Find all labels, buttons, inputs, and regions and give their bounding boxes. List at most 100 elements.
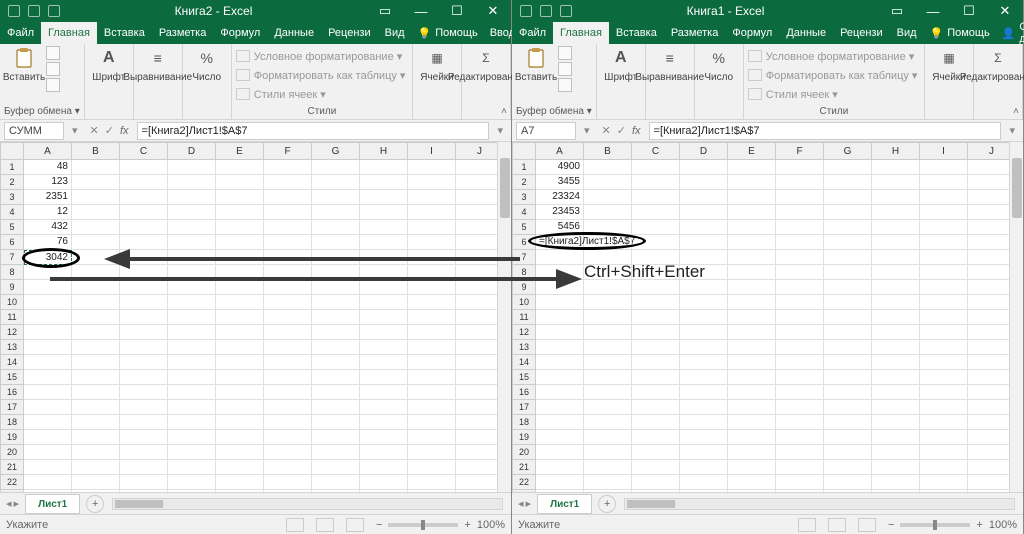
cell[interactable]: [168, 460, 216, 475]
horizontal-scrollbar[interactable]: [624, 498, 1015, 510]
tab-2[interactable]: Разметка: [664, 22, 726, 44]
tab-5[interactable]: Рецензи: [321, 22, 378, 44]
cell[interactable]: [264, 175, 312, 190]
cell[interactable]: [72, 220, 120, 235]
cell[interactable]: [824, 310, 872, 325]
cell[interactable]: [24, 295, 72, 310]
cell[interactable]: [680, 235, 728, 250]
collapse-ribbon-icon[interactable]: ˄: [501, 106, 507, 117]
namebox-dropdown-icon[interactable]: ▾: [580, 124, 594, 137]
cell[interactable]: [536, 490, 584, 492]
cell[interactable]: [408, 385, 456, 400]
col-header[interactable]: F: [264, 142, 312, 160]
cell[interactable]: [264, 490, 312, 492]
view-normal-icon[interactable]: [286, 518, 304, 532]
cell[interactable]: [680, 280, 728, 295]
cell[interactable]: [72, 370, 120, 385]
cell[interactable]: [168, 355, 216, 370]
worksheet[interactable]: ABCDEFGHIJ148212332351412543267673042891…: [0, 142, 511, 492]
cell[interactable]: [24, 415, 72, 430]
cell[interactable]: [680, 310, 728, 325]
cell[interactable]: [72, 235, 120, 250]
cell[interactable]: [872, 250, 920, 265]
cell[interactable]: [632, 430, 680, 445]
cell[interactable]: [872, 370, 920, 385]
cell[interactable]: [728, 460, 776, 475]
cell[interactable]: [24, 340, 72, 355]
col-header[interactable]: A: [24, 142, 72, 160]
cell[interactable]: [920, 190, 968, 205]
cell[interactable]: [72, 190, 120, 205]
cell[interactable]: [216, 235, 264, 250]
cell[interactable]: [776, 385, 824, 400]
cut-button[interactable]: [46, 46, 60, 60]
cell[interactable]: [632, 370, 680, 385]
row-header[interactable]: 12: [0, 325, 24, 340]
cell[interactable]: [728, 325, 776, 340]
tab-nav-prev-icon[interactable]: ◂: [518, 497, 524, 510]
cell[interactable]: [360, 475, 408, 490]
cell[interactable]: [168, 310, 216, 325]
cell[interactable]: [360, 160, 408, 175]
cell[interactable]: [216, 280, 264, 295]
cell[interactable]: [920, 160, 968, 175]
cell[interactable]: [776, 205, 824, 220]
cell[interactable]: [120, 400, 168, 415]
row-header[interactable]: 11: [512, 310, 536, 325]
cell[interactable]: [728, 250, 776, 265]
cell[interactable]: [728, 445, 776, 460]
cell[interactable]: [632, 325, 680, 340]
cell[interactable]: [776, 460, 824, 475]
cell[interactable]: [584, 280, 632, 295]
row-header[interactable]: 21: [0, 460, 24, 475]
cell-styles[interactable]: Стили ячеек ▾: [236, 86, 326, 102]
cell[interactable]: [632, 310, 680, 325]
cell[interactable]: [408, 205, 456, 220]
cell[interactable]: [872, 340, 920, 355]
cell[interactable]: [360, 340, 408, 355]
cell[interactable]: [680, 415, 728, 430]
cell[interactable]: [824, 385, 872, 400]
row-header[interactable]: 4: [0, 205, 24, 220]
cell[interactable]: [168, 445, 216, 460]
cell[interactable]: [168, 220, 216, 235]
cell[interactable]: [168, 340, 216, 355]
cell[interactable]: [216, 490, 264, 492]
cell[interactable]: [776, 415, 824, 430]
cell[interactable]: [312, 235, 360, 250]
cell[interactable]: [920, 295, 968, 310]
cell[interactable]: [72, 385, 120, 400]
cell[interactable]: [680, 160, 728, 175]
cell[interactable]: [536, 355, 584, 370]
ribbon-options-icon[interactable]: ▭: [367, 0, 403, 22]
cell[interactable]: [216, 385, 264, 400]
cell[interactable]: [632, 460, 680, 475]
cell[interactable]: [264, 220, 312, 235]
enter-formula-icon[interactable]: ✓: [105, 124, 114, 137]
cell[interactable]: [360, 415, 408, 430]
cell[interactable]: [776, 220, 824, 235]
cell[interactable]: [168, 280, 216, 295]
maximize-button[interactable]: ☐: [951, 0, 987, 22]
cell[interactable]: [920, 430, 968, 445]
cell[interactable]: [120, 160, 168, 175]
cell[interactable]: [216, 220, 264, 235]
cell[interactable]: [728, 175, 776, 190]
paste-button[interactable]: Вставить: [516, 46, 556, 83]
cell[interactable]: [584, 160, 632, 175]
cell[interactable]: [536, 475, 584, 490]
row-header[interactable]: 5: [0, 220, 24, 235]
cell[interactable]: [264, 460, 312, 475]
cell[interactable]: [72, 310, 120, 325]
col-header[interactable]: C: [632, 142, 680, 160]
cell[interactable]: [168, 475, 216, 490]
cell[interactable]: [872, 160, 920, 175]
enter-formula-icon[interactable]: ✓: [617, 124, 626, 137]
cell[interactable]: [120, 385, 168, 400]
editing-controls[interactable]: ΣРедактирование: [466, 46, 506, 83]
cell[interactable]: [872, 400, 920, 415]
cell[interactable]: [360, 445, 408, 460]
cell[interactable]: 76: [24, 235, 72, 250]
col-header[interactable]: H: [360, 142, 408, 160]
cell[interactable]: [872, 235, 920, 250]
